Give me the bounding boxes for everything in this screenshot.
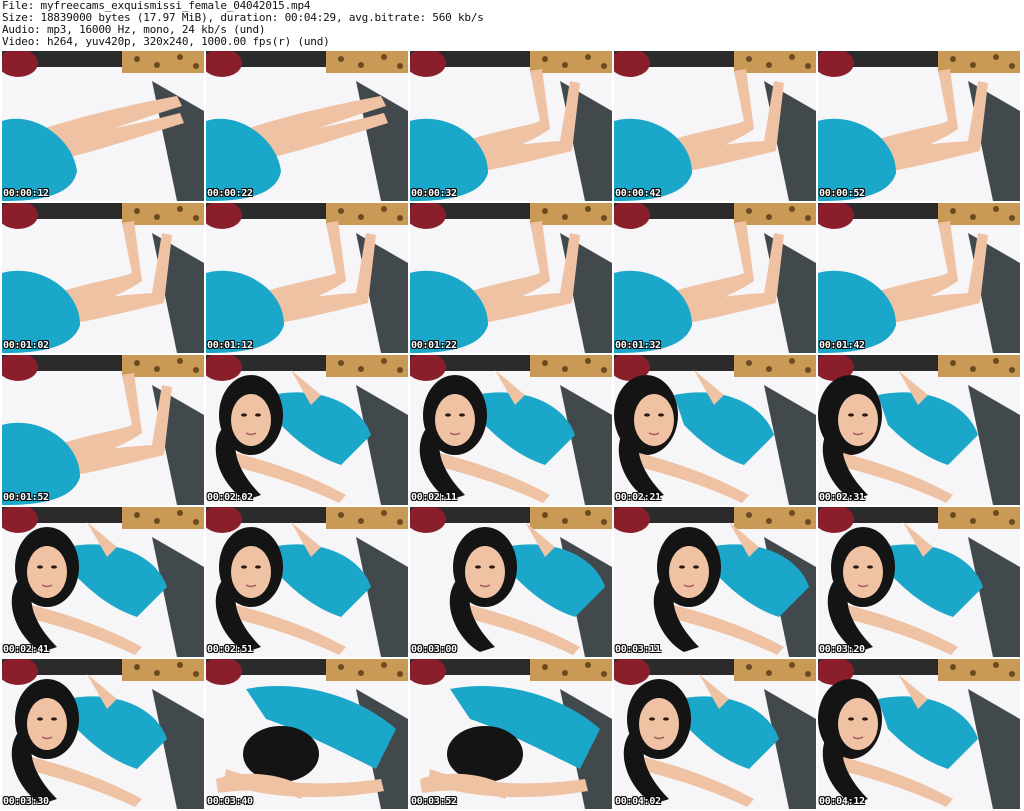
timestamp-label: 00:00:12 (3, 188, 49, 199)
thumbnail-image (410, 355, 612, 505)
thumbnail-frame: 00:02:02 (206, 355, 408, 505)
thumbnail-image (206, 355, 408, 505)
thumbnail-image (2, 51, 204, 201)
thumbnail-image (410, 659, 612, 809)
file-info-header: File: myfreecams_exquismissi_female_0404… (2, 0, 1022, 50)
timestamp-label: 00:01:42 (819, 340, 865, 351)
thumbnail-image (614, 659, 816, 809)
thumbnail-frame: 00:02:21 (614, 355, 816, 505)
thumbnail-image (614, 355, 816, 505)
thumbnail-image (818, 51, 1020, 201)
thumbnail-image (2, 507, 204, 657)
timestamp-label: 00:04:12 (819, 796, 865, 807)
thumbnail-image (410, 51, 612, 201)
thumbnail-frame: 00:01:42 (818, 203, 1020, 353)
thumbnail-frame: 00:03:11 (614, 507, 816, 657)
thumbnail-frame: 00:00:22 (206, 51, 408, 201)
timestamp-label: 00:01:52 (3, 492, 49, 503)
timestamp-label: 00:04:02 (615, 796, 661, 807)
thumbnail-frame: 00:03:20 (818, 507, 1020, 657)
timestamp-label: 00:00:22 (207, 188, 253, 199)
timestamp-label: 00:00:32 (411, 188, 457, 199)
thumbnail-image (2, 355, 204, 505)
thumbnail-image (206, 51, 408, 201)
timestamp-label: 00:01:02 (3, 340, 49, 351)
thumbnail-frame: 00:00:42 (614, 51, 816, 201)
thumbnail-frame: 00:01:02 (2, 203, 204, 353)
thumbnail-frame: 00:02:41 (2, 507, 204, 657)
thumbnail-frame: 00:03:30 (2, 659, 204, 809)
thumbnail-image (206, 507, 408, 657)
timestamp-label: 00:02:41 (3, 644, 49, 655)
timestamp-label: 00:02:02 (207, 492, 253, 503)
thumbnail-frame: 00:03:40 (206, 659, 408, 809)
thumbnail-image (614, 507, 816, 657)
timestamp-label: 00:03:00 (411, 644, 457, 655)
timestamp-label: 00:03:52 (411, 796, 457, 807)
thumbnail-frame: 00:00:12 (2, 51, 204, 201)
thumbnail-frame: 00:03:00 (410, 507, 612, 657)
timestamp-label: 00:00:42 (615, 188, 661, 199)
thumbnail-frame: 00:01:22 (410, 203, 612, 353)
timestamp-label: 00:03:20 (819, 644, 865, 655)
thumbnail-frame: 00:01:32 (614, 203, 816, 353)
thumbnail-grid: 00:00:12 00:00:22 00:00:32 00:00:42 00:00:52… (2, 51, 1020, 809)
thumbnail-frame: 00:03:52 (410, 659, 612, 809)
timestamp-label: 00:03:30 (3, 796, 49, 807)
thumbnail-image (206, 659, 408, 809)
thumbnail-image (614, 203, 816, 353)
timestamp-label: 00:02:31 (819, 492, 865, 503)
timestamp-label: 00:02:11 (411, 492, 457, 503)
thumbnail-image (818, 355, 1020, 505)
thumbnail-image (2, 659, 204, 809)
timestamp-label: 00:03:40 (207, 796, 253, 807)
thumbnail-frame: 00:02:11 (410, 355, 612, 505)
thumbnail-frame: 00:00:52 (818, 51, 1020, 201)
thumbnail-image (206, 203, 408, 353)
video-info-line: Video: h264, yuv420p, 320x240, 1000.00 f… (2, 35, 330, 48)
timestamp-label: 00:01:32 (615, 340, 661, 351)
timestamp-label: 00:02:51 (207, 644, 253, 655)
thumbnail-frame: 00:00:32 (410, 51, 612, 201)
thumbnail-image (818, 507, 1020, 657)
timestamp-label: 00:00:52 (819, 188, 865, 199)
thumbnail-image (2, 203, 204, 353)
thumbnail-image (818, 659, 1020, 809)
thumbnail-image (614, 51, 816, 201)
timestamp-label: 00:01:22 (411, 340, 457, 351)
thumbnail-image (410, 203, 612, 353)
thumbnail-frame: 00:01:52 (2, 355, 204, 505)
thumbnail-frame: 00:04:02 (614, 659, 816, 809)
thumbnail-frame: 00:01:12 (206, 203, 408, 353)
timestamp-label: 00:02:21 (615, 492, 661, 503)
thumbnail-frame: 00:02:51 (206, 507, 408, 657)
thumbnail-frame: 00:02:31 (818, 355, 1020, 505)
thumbnail-frame: 00:04:12 (818, 659, 1020, 809)
thumbnail-image (410, 507, 612, 657)
thumbnail-image (818, 203, 1020, 353)
timestamp-label: 00:03:11 (615, 644, 661, 655)
timestamp-label: 00:01:12 (207, 340, 253, 351)
